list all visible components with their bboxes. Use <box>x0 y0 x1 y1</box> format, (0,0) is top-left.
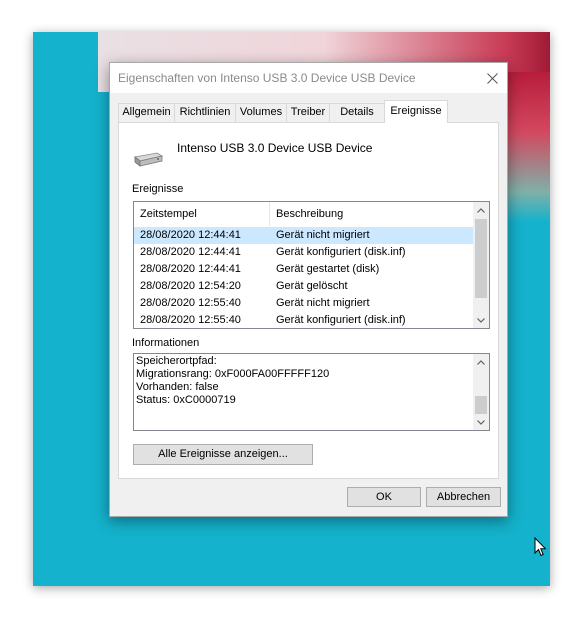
events-section-label: Ereignisse <box>132 183 184 195</box>
event-timestamp: 28/08/2020 12:44:41 <box>140 246 241 258</box>
info-section-label: Informationen <box>132 337 200 349</box>
scroll-thumb[interactable] <box>475 396 487 414</box>
tab-richtlinien[interactable]: Richtlinien <box>174 103 236 122</box>
chevron-up-icon <box>477 359 485 365</box>
info-text: Speicherortpfad: Migrationsrang: 0xF000F… <box>136 355 471 407</box>
event-row[interactable]: 28/08/2020 12:55:40 Gerät nicht migriert <box>134 295 474 312</box>
chevron-down-icon <box>477 317 485 323</box>
tab-panel-ereignisse: Intenso USB 3.0 Device USB Device Ereign… <box>118 122 499 479</box>
tab-allgemein[interactable]: Allgemein <box>118 103 175 122</box>
close-button[interactable] <box>477 63 507 93</box>
chevron-up-icon <box>477 207 485 213</box>
event-row[interactable]: 28/08/2020 12:55:40 Gerät konfiguriert (… <box>134 312 474 328</box>
event-description: Gerät nicht migriert <box>276 297 370 309</box>
tab-volumes[interactable]: Volumes <box>235 103 287 122</box>
scroll-thumb[interactable] <box>475 219 487 298</box>
usb-drive-icon <box>134 152 163 167</box>
event-timestamp: 28/08/2020 12:44:41 <box>140 263 241 275</box>
column-header-description[interactable]: Beschreibung <box>270 202 474 226</box>
close-icon <box>486 72 498 84</box>
chevron-down-icon <box>477 419 485 425</box>
info-scrollbar[interactable] <box>473 354 489 430</box>
event-row[interactable]: 28/08/2020 12:44:41 Gerät gestartet (dis… <box>134 261 474 278</box>
event-row[interactable]: 28/08/2020 12:44:41 Gerät nicht migriert <box>134 227 474 244</box>
scroll-down-button[interactable] <box>473 414 489 430</box>
tab-treiber[interactable]: Treiber <box>286 103 330 122</box>
mouse-cursor-icon <box>534 537 546 557</box>
events-rows: 28/08/2020 12:44:41 Gerät nicht migriert… <box>134 227 474 328</box>
info-line: Status: 0xC0000719 <box>136 394 236 406</box>
event-description: Gerät gestartet (disk) <box>276 263 380 275</box>
tab-ereignisse[interactable]: Ereignisse <box>384 100 448 123</box>
event-row[interactable]: 28/08/2020 12:54:20 Gerät gelöscht <box>134 278 474 295</box>
device-name: Intenso USB 3.0 Device USB Device <box>177 141 373 155</box>
info-line: Vorhanden: false <box>136 381 219 393</box>
info-line: Speicherortpfad: <box>136 355 217 367</box>
tab-details[interactable]: Details <box>329 103 385 122</box>
column-header-timestamp[interactable]: Zeitstempel <box>134 202 270 226</box>
event-description: Gerät konfiguriert (disk.inf) <box>276 314 406 326</box>
show-all-events-button[interactable]: Alle Ereignisse anzeigen... <box>133 444 313 465</box>
event-description: Gerät gelöscht <box>276 280 348 292</box>
events-list[interactable]: Zeitstempel Beschreibung 28/08/2020 12:4… <box>133 201 490 329</box>
event-timestamp: 28/08/2020 12:55:40 <box>140 297 241 309</box>
ok-button[interactable]: OK <box>347 487 421 507</box>
event-timestamp: 28/08/2020 12:54:20 <box>140 280 241 292</box>
properties-dialog: Eigenschaften von Intenso USB 3.0 Device… <box>109 62 508 517</box>
cancel-button[interactable]: Abbrechen <box>426 487 501 507</box>
event-row[interactable]: 28/08/2020 12:44:41 Gerät konfiguriert (… <box>134 244 474 261</box>
dialog-title: Eigenschaften von Intenso USB 3.0 Device… <box>118 71 416 85</box>
event-description: Gerät nicht migriert <box>276 229 370 241</box>
scroll-down-button[interactable] <box>473 312 489 328</box>
events-list-header: Zeitstempel Beschreibung <box>134 202 474 226</box>
info-line: Migrationsrang: 0xF000FA00FFFFF120 <box>136 368 330 380</box>
event-description: Gerät konfiguriert (disk.inf) <box>276 246 406 258</box>
scroll-up-button[interactable] <box>473 354 489 370</box>
info-textbox[interactable]: Speicherortpfad: Migrationsrang: 0xF000F… <box>133 353 490 431</box>
event-timestamp: 28/08/2020 12:55:40 <box>140 314 241 326</box>
event-timestamp: 28/08/2020 12:44:41 <box>140 229 241 241</box>
title-bar: Eigenschaften von Intenso USB 3.0 Device… <box>110 63 507 93</box>
scroll-up-button[interactable] <box>473 202 489 218</box>
events-scrollbar[interactable] <box>473 202 489 328</box>
